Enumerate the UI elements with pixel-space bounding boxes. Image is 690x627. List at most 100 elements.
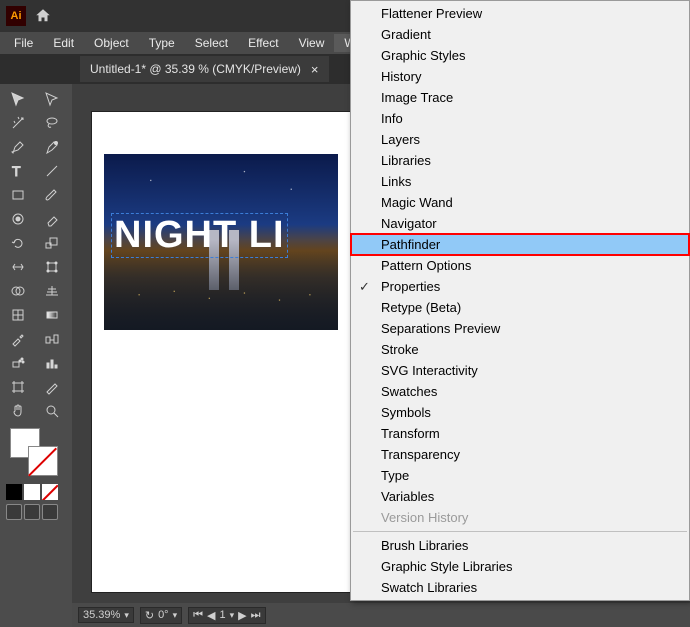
menu-item-magic-wand[interactable]: Magic Wand [351, 192, 689, 213]
artboard[interactable]: NIGHT LI [92, 112, 354, 592]
chevron-down-icon[interactable]: ▾ [173, 610, 178, 621]
menu-item-properties[interactable]: ✓Properties [351, 276, 689, 297]
direct-selection-tool-icon[interactable] [36, 88, 68, 110]
menu-item-type[interactable]: Type [351, 465, 689, 486]
free-transform-tool-icon[interactable] [36, 256, 68, 278]
menu-item-brush-libraries[interactable]: Brush Libraries [351, 535, 689, 556]
menu-item-info[interactable]: Info [351, 108, 689, 129]
slice-tool-icon[interactable] [36, 376, 68, 398]
draw-inside-icon[interactable] [42, 504, 58, 520]
symbol-sprayer-tool-icon[interactable] [2, 352, 34, 374]
mesh-tool-icon[interactable] [2, 304, 34, 326]
menu-item-separations-preview[interactable]: Separations Preview [351, 318, 689, 339]
menu-item-links[interactable]: Links [351, 171, 689, 192]
menu-item-image-trace[interactable]: Image Trace [351, 87, 689, 108]
draw-behind-icon[interactable] [24, 504, 40, 520]
eraser-tool-icon[interactable] [36, 208, 68, 230]
rectangle-tool-icon[interactable] [2, 184, 34, 206]
menu-item-label: History [381, 69, 421, 84]
menu-item-flattener-preview[interactable]: Flattener Preview [351, 3, 689, 24]
menu-item-retype-beta-[interactable]: Retype (Beta) [351, 297, 689, 318]
menu-item-pathfinder[interactable]: Pathfinder [351, 234, 689, 255]
rotate-field[interactable]: ↻0°▾ [140, 607, 182, 624]
swatch-none[interactable] [42, 484, 58, 500]
first-icon[interactable]: ⏮ [193, 609, 203, 622]
menu-item-swatch-libraries[interactable]: Swatch Libraries [351, 577, 689, 598]
menu-object[interactable]: Object [84, 34, 139, 52]
menu-item-label: Version History [381, 510, 468, 525]
menu-item-label: Properties [381, 279, 440, 294]
next-icon[interactable]: ▶ [238, 609, 246, 622]
menu-item-label: Retype (Beta) [381, 300, 461, 315]
menu-item-symbols[interactable]: Symbols [351, 402, 689, 423]
menu-file[interactable]: File [4, 34, 43, 52]
menu-effect[interactable]: Effect [238, 34, 288, 52]
artboard-nav[interactable]: ⏮◀1▾▶⏭ [188, 607, 265, 624]
curvature-tool-icon[interactable] [36, 136, 68, 158]
menu-item-gradient[interactable]: Gradient [351, 24, 689, 45]
shaper-tool-icon[interactable] [2, 208, 34, 230]
menu-item-label: Transparency [381, 447, 460, 462]
menu-item-label: Swatches [381, 384, 437, 399]
eyedropper-tool-icon[interactable] [2, 328, 34, 350]
paintbrush-tool-icon[interactable] [36, 184, 68, 206]
placed-image[interactable]: NIGHT LI [104, 154, 338, 330]
scale-tool-icon[interactable] [36, 232, 68, 254]
blend-tool-icon[interactable] [36, 328, 68, 350]
menu-item-transparency[interactable]: Transparency [351, 444, 689, 465]
swatch-black[interactable] [6, 484, 22, 500]
svg-text:T: T [12, 163, 21, 179]
menu-item-transform[interactable]: Transform [351, 423, 689, 444]
rotate-tool-icon[interactable] [2, 232, 34, 254]
menu-item-navigator[interactable]: Navigator [351, 213, 689, 234]
pen-tool-icon[interactable] [2, 136, 34, 158]
document-tab[interactable]: Untitled-1* @ 35.39 % (CMYK/Preview) × [80, 56, 329, 82]
menu-item-svg-interactivity[interactable]: SVG Interactivity [351, 360, 689, 381]
color-swap[interactable] [0, 424, 72, 484]
menu-item-layers[interactable]: Layers [351, 129, 689, 150]
menu-item-label: Graphic Styles [381, 48, 466, 63]
zoom-tool-icon[interactable] [36, 400, 68, 422]
menu-item-libraries[interactable]: Libraries [351, 150, 689, 171]
menu-edit[interactable]: Edit [43, 34, 84, 52]
prev-icon[interactable]: ◀ [207, 609, 215, 622]
stroke-color-swatch[interactable] [28, 446, 58, 476]
menu-item-variables[interactable]: Variables [351, 486, 689, 507]
menu-item-label: Flattener Preview [381, 6, 482, 21]
column-graph-tool-icon[interactable] [36, 352, 68, 374]
menu-item-label: Variables [381, 489, 434, 504]
menu-item-history[interactable]: History [351, 66, 689, 87]
menu-separator [353, 531, 687, 532]
text-object[interactable]: NIGHT LI [112, 214, 287, 257]
gradient-tool-icon[interactable] [36, 304, 68, 326]
chevron-down-icon[interactable]: ▾ [230, 610, 235, 621]
menu-item-pattern-options[interactable]: Pattern Options [351, 255, 689, 276]
menu-item-label: SVG Interactivity [381, 363, 478, 378]
type-tool-icon[interactable]: T [2, 160, 34, 182]
magic-wand-tool-icon[interactable] [2, 112, 34, 134]
hand-tool-icon[interactable] [2, 400, 34, 422]
artboard-tool-icon[interactable] [2, 376, 34, 398]
menu-item-swatches[interactable]: Swatches [351, 381, 689, 402]
perspective-grid-tool-icon[interactable] [36, 280, 68, 302]
lasso-tool-icon[interactable] [36, 112, 68, 134]
home-icon[interactable] [34, 7, 52, 25]
width-tool-icon[interactable] [2, 256, 34, 278]
swatch-white[interactable] [24, 484, 40, 500]
zoom-field[interactable]: 35.39%▾ [78, 607, 134, 623]
line-tool-icon[interactable] [36, 160, 68, 182]
draw-normal-icon[interactable] [6, 504, 22, 520]
menu-item-stroke[interactable]: Stroke [351, 339, 689, 360]
menu-item-label: Image Trace [381, 90, 453, 105]
menu-type[interactable]: Type [139, 34, 185, 52]
last-icon[interactable]: ⏭ [251, 609, 261, 622]
menu-view[interactable]: View [289, 34, 335, 52]
shape-builder-tool-icon[interactable] [2, 280, 34, 302]
menu-item-label: Symbols [381, 405, 431, 420]
close-icon[interactable]: × [311, 62, 319, 77]
menu-item-graphic-styles[interactable]: Graphic Styles [351, 45, 689, 66]
chevron-down-icon[interactable]: ▾ [124, 610, 129, 621]
menu-select[interactable]: Select [185, 34, 238, 52]
selection-tool-icon[interactable] [2, 88, 34, 110]
menu-item-graphic-style-libraries[interactable]: Graphic Style Libraries [351, 556, 689, 577]
